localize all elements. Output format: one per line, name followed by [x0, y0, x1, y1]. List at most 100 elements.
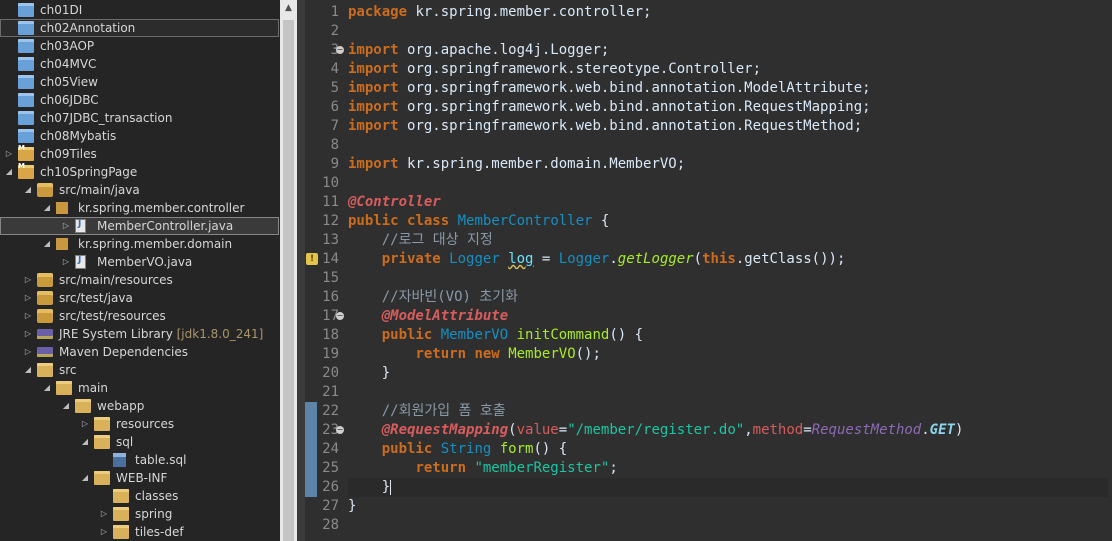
- warning-icon[interactable]: !: [306, 253, 318, 265]
- code-line[interactable]: import org.springframework.stereotype.Co…: [348, 60, 1108, 79]
- tree-item[interactable]: ch06JDBC: [0, 91, 279, 109]
- tree-item[interactable]: ▷ resources: [0, 415, 279, 433]
- tree-item[interactable]: ▷ src/test/resources: [0, 307, 279, 325]
- tree-item[interactable]: ◢ src/main/java: [0, 181, 279, 199]
- scrollbar-thumb[interactable]: [283, 20, 294, 541]
- code-line[interactable]: }: [348, 497, 1108, 516]
- tree-item[interactable]: ◢ main: [0, 379, 279, 397]
- tree-item-text: ch04MVC: [40, 57, 97, 71]
- code-line[interactable]: [348, 174, 1108, 193]
- tree-item[interactable]: ◢ ch10SpringPage: [0, 162, 279, 181]
- tree-item[interactable]: ch01DI: [0, 1, 279, 19]
- tree-item[interactable]: ◢ kr.spring.member.domain: [0, 235, 279, 253]
- code-line[interactable]: import org.springframework.web.bind.anno…: [348, 117, 1108, 136]
- code-line[interactable]: [348, 383, 1108, 402]
- collapse-fold-icon[interactable]: −: [336, 312, 344, 320]
- tree-item[interactable]: ◢ sql: [0, 433, 279, 451]
- collapsed-arrow-icon[interactable]: ▷: [23, 271, 33, 289]
- tree-item[interactable]: ch05View: [0, 73, 279, 91]
- code-line[interactable]: //자바빈(VO) 초기화: [348, 288, 1108, 307]
- code-line[interactable]: return new MemberVO();: [348, 345, 1108, 364]
- tree-item[interactable]: table.sql: [0, 451, 279, 469]
- tree-item[interactable]: ▷ JRE System Library [jdk1.8.0_241]: [0, 325, 279, 343]
- code-token: org.springframework.web.bind.annotation.…: [407, 118, 863, 134]
- code-line[interactable]: import kr.spring.member.domain.MemberVO;: [348, 155, 1108, 174]
- tree-item[interactable]: ▷ MemberController.java: [0, 217, 279, 235]
- expanded-arrow-icon[interactable]: ◢: [80, 469, 90, 487]
- expanded-arrow-icon[interactable]: ◢: [23, 181, 33, 199]
- line-number: 15: [322, 270, 339, 286]
- tree-item[interactable]: classes: [0, 487, 279, 505]
- collapse-fold-icon[interactable]: −: [336, 426, 344, 434]
- expanded-arrow-icon[interactable]: ◢: [80, 433, 90, 451]
- tree-item[interactable]: ▷ src/main/resources: [0, 271, 279, 289]
- pane-divider[interactable]: [297, 0, 305, 541]
- code-line[interactable]: private Logger log = Logger.getLogger(th…: [348, 250, 1108, 269]
- code-line[interactable]: }: [348, 364, 1108, 383]
- collapsed-arrow-icon[interactable]: ▷: [99, 523, 109, 541]
- explorer-scrollbar[interactable]: ▲: [280, 0, 297, 541]
- expanded-arrow-icon[interactable]: ◢: [42, 379, 52, 397]
- tree-item[interactable]: ◢ kr.spring.member.controller: [0, 199, 279, 217]
- line-number: 1: [330, 4, 339, 20]
- collapsed-arrow-icon[interactable]: ▷: [61, 253, 71, 271]
- code-line[interactable]: @ModelAttribute: [348, 307, 1108, 326]
- tree-item-label: sql: [116, 433, 133, 451]
- code-line[interactable]: import org.springframework.web.bind.anno…: [348, 98, 1108, 117]
- folder-icon: [94, 435, 110, 449]
- code-line[interactable]: import org.springframework.web.bind.anno…: [348, 79, 1108, 98]
- tree-item[interactable]: ▷ MemberVO.java: [0, 253, 279, 271]
- tree-item[interactable]: ch02Annotation: [0, 19, 279, 37]
- collapsed-arrow-icon[interactable]: ▷: [23, 343, 33, 361]
- expanded-arrow-icon[interactable]: ◢: [61, 397, 71, 415]
- code-line[interactable]: package kr.spring.member.controller;: [348, 3, 1108, 22]
- tree-item[interactable]: ▷ ch09Tiles: [0, 144, 279, 163]
- code-line[interactable]: [348, 22, 1108, 41]
- tree-item[interactable]: ch08Mybatis: [0, 127, 279, 145]
- code-editor[interactable]: 1 2 3−4 5 6 7 8 9 10 11 12 13 14! 15 16 17−18 19 20 21 22 23…: [305, 0, 1112, 541]
- code-line[interactable]: [348, 269, 1108, 288]
- expanded-arrow-icon[interactable]: ◢: [23, 361, 33, 379]
- tree-item[interactable]: ▷ Maven Dependencies: [0, 343, 279, 361]
- tree-item[interactable]: ▷ tiles-def: [0, 523, 279, 541]
- code-line[interactable]: public String form() {: [348, 440, 1108, 459]
- expanded-arrow-icon[interactable]: ◢: [42, 199, 52, 217]
- expanded-arrow-icon[interactable]: ◢: [42, 235, 52, 253]
- collapsed-arrow-icon[interactable]: ▷: [61, 217, 71, 235]
- code-line[interactable]: //회원가입 폼 호출: [348, 402, 1108, 421]
- tree-item[interactable]: ◢ src: [0, 361, 279, 379]
- scroll-up-arrow-icon[interactable]: ▲: [280, 0, 297, 17]
- code-area[interactable]: package kr.spring.member.controller; impo…: [348, 3, 1108, 535]
- tree-item[interactable]: ch04MVC: [0, 55, 279, 73]
- collapsed-arrow-icon[interactable]: ▷: [4, 145, 14, 163]
- tree-item-label: ch10SpringPage: [40, 163, 137, 181]
- code-line[interactable]: [348, 136, 1108, 155]
- collapse-fold-icon[interactable]: −: [336, 46, 344, 54]
- tree-item[interactable]: ◢ webapp: [0, 397, 279, 415]
- tree-item[interactable]: ◢ WEB-INF: [0, 469, 279, 487]
- code-token: =: [533, 251, 559, 267]
- collapsed-arrow-icon[interactable]: ▷: [23, 289, 33, 307]
- collapsed-arrow-icon[interactable]: ▷: [23, 325, 33, 343]
- collapsed-arrow-icon[interactable]: ▷: [23, 307, 33, 325]
- code-line[interactable]: //로그 대상 지정: [348, 231, 1108, 250]
- code-line[interactable]: public class MemberController {: [348, 212, 1108, 231]
- code-line[interactable]: }: [348, 478, 1108, 497]
- code-line[interactable]: public MemberVO initCommand() {: [348, 326, 1108, 345]
- tree-item[interactable]: ch03AOP: [0, 37, 279, 55]
- code-line[interactable]: [348, 516, 1108, 535]
- tree-item[interactable]: ch07JDBC_transaction: [0, 109, 279, 127]
- tree-item-label: ch01DI: [40, 1, 82, 19]
- expanded-arrow-icon[interactable]: ◢: [4, 163, 14, 181]
- tree-item[interactable]: ▷ src/test/java: [0, 289, 279, 307]
- collapsed-arrow-icon[interactable]: ▷: [99, 505, 109, 523]
- code-line[interactable]: @RequestMapping(value="/member/register.…: [348, 421, 1108, 440]
- code-line[interactable]: import org.apache.log4j.Logger;: [348, 41, 1108, 60]
- collapsed-arrow-icon[interactable]: ▷: [80, 415, 90, 433]
- code-line[interactable]: @Controller: [348, 193, 1108, 212]
- line-number: 27: [322, 498, 339, 514]
- code-line[interactable]: return "memberRegister";: [348, 459, 1108, 478]
- tree-item[interactable]: ▷ spring: [0, 505, 279, 523]
